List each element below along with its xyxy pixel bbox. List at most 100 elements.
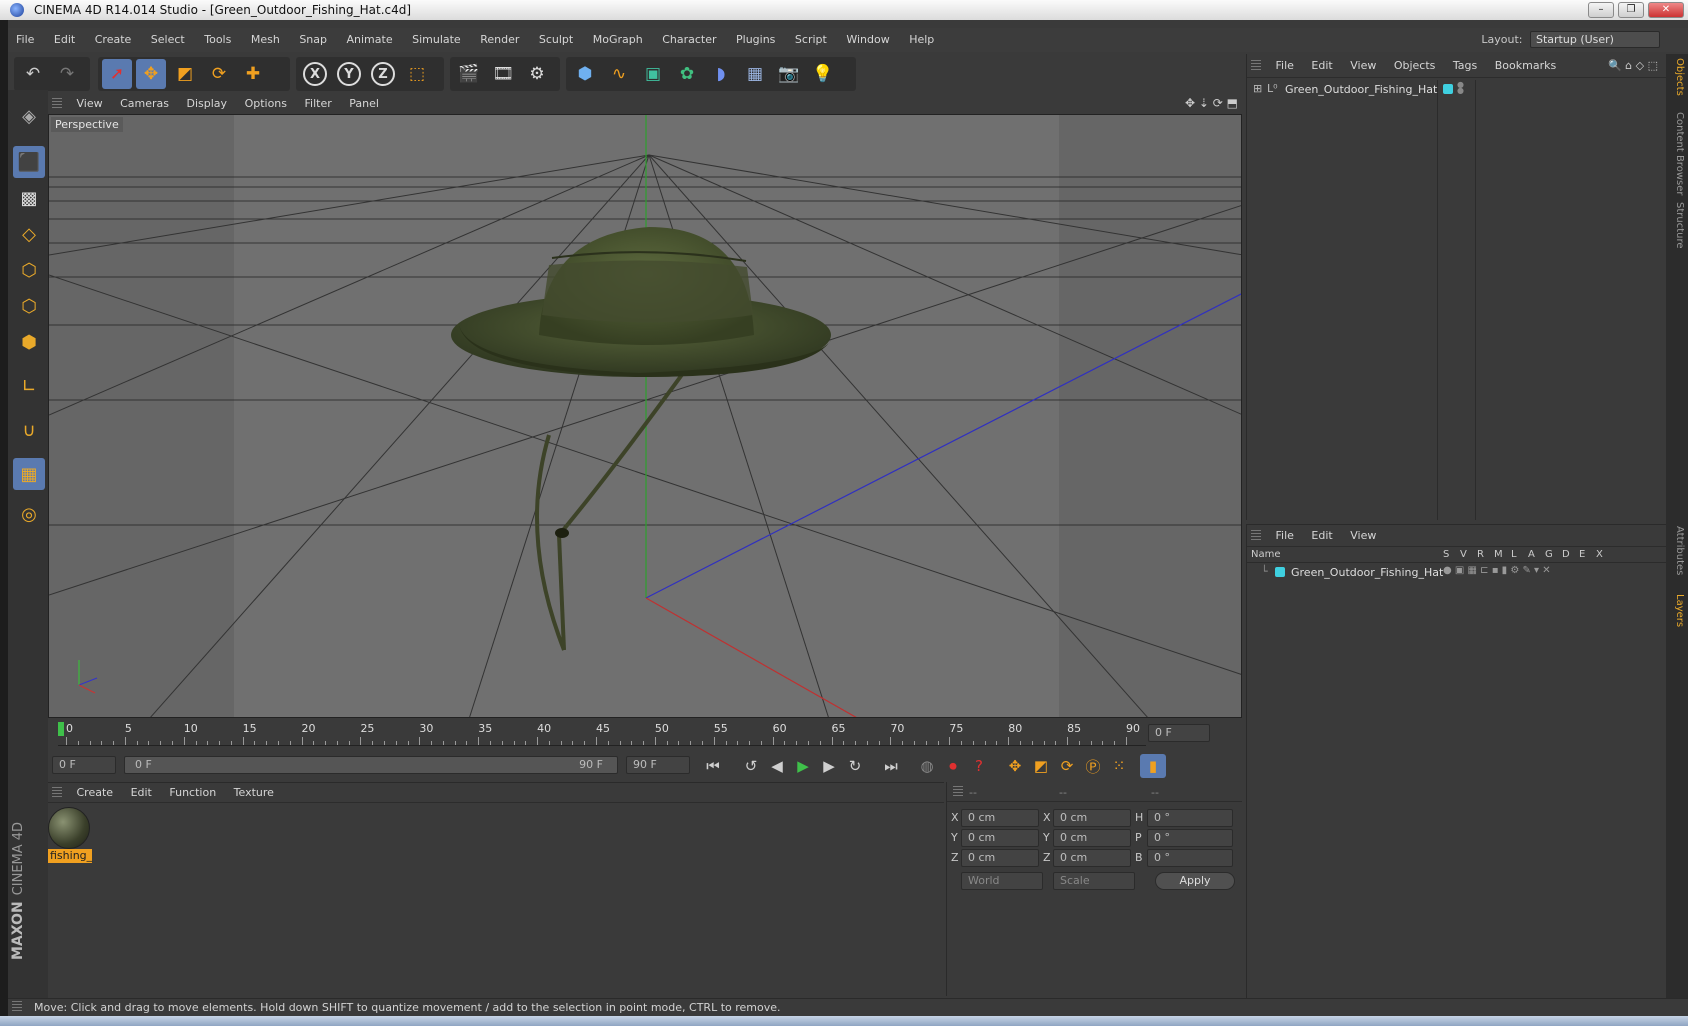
timeline-ruler[interactable]: 0 5 10 15 20 25 30 35 40 45 50 55 60 65 70 75 80 85 90 0 F (48, 720, 1242, 750)
workplane-lock-icon[interactable]: ▦ (13, 458, 45, 490)
menu-help[interactable]: Help (901, 28, 942, 52)
menu-character[interactable]: Character (654, 28, 724, 52)
current-frame-field[interactable]: 0 F (1148, 724, 1210, 742)
playhead-marker[interactable] (58, 722, 64, 736)
autokey-icon[interactable]: ⏺ (940, 754, 966, 778)
menu-window[interactable]: Window (838, 28, 897, 52)
panel-grip[interactable] (1251, 530, 1261, 542)
rot-b-field[interactable]: 0 ° (1147, 849, 1233, 867)
layer-flag-icons[interactable]: ● ▣ ▦ ⊏ ▪ ▮ ⚙ ✎ ▾ ✕ (1443, 565, 1551, 576)
key-position-icon[interactable]: ✥ (1002, 754, 1028, 778)
previous-frame-icon[interactable]: ◀ (764, 754, 790, 778)
next-frame-icon[interactable]: ▶ (816, 754, 842, 778)
viewport-menu-display[interactable]: Display (180, 94, 235, 114)
viewport-nav-icons[interactable]: ✥ ⇣ ⟳ ⬒ (1185, 96, 1238, 110)
layer-menu-edit[interactable]: Edit (1304, 526, 1339, 546)
subdivision-surface-icon[interactable]: ▣ (638, 59, 668, 89)
timeline-window-icon[interactable]: ▮ (1140, 754, 1166, 778)
menu-script[interactable]: Script (787, 28, 835, 52)
z-axis-lock-icon[interactable]: Z (368, 59, 398, 89)
material-menu-edit[interactable]: Edit (124, 783, 159, 803)
size-y-field[interactable]: 0 cm (1053, 829, 1131, 847)
go-to-end-icon[interactable]: ⏭ (878, 754, 904, 778)
render-picture-viewer-icon[interactable]: 🎞 (488, 59, 518, 89)
viewport-menu-cameras[interactable]: Cameras (113, 94, 176, 114)
apply-button[interactable]: Apply (1155, 872, 1235, 890)
render-view-icon[interactable]: 🎬 (454, 59, 484, 89)
move-tool-icon[interactable]: ✥ (136, 59, 166, 89)
tab-objects[interactable]: Objects (1669, 58, 1685, 96)
layout-dropdown[interactable]: Startup (User) (1530, 31, 1660, 48)
object-row[interactable]: ⊞ L⁰ Green_Outdoor_Fishing_Hat ● ● (1247, 80, 1667, 98)
edges-mode-icon[interactable]: ⬡ (13, 290, 45, 322)
soft-selection-icon[interactable]: ◎ (13, 498, 45, 530)
record-keys-icon[interactable]: ◍ (914, 754, 940, 778)
panel-grip[interactable] (12, 1001, 22, 1013)
layer-row[interactable]: └ Green_Outdoor_Fishing_Hat ● ▣ ▦ ⊏ ▪ ▮ … (1247, 563, 1666, 581)
scale-tool-icon[interactable]: ◩ (170, 59, 200, 89)
pos-x-field[interactable]: 0 cm (961, 809, 1039, 827)
menu-snap[interactable]: Snap (291, 28, 335, 52)
tab-layers[interactable]: Layers (1669, 594, 1685, 627)
size-x-field[interactable]: 0 cm (1053, 809, 1131, 827)
cube-icon[interactable]: ⬢ (570, 59, 600, 89)
coordinate-system-icon[interactable]: ⬚ (402, 59, 432, 89)
layer-color-tag-icon[interactable] (1443, 84, 1453, 94)
next-key-icon[interactable]: ↻ (842, 754, 868, 778)
y-axis-lock-icon[interactable]: Y (334, 59, 364, 89)
expand-icon[interactable]: ⊞ (1253, 82, 1262, 95)
undo-icon[interactable]: ↶ (18, 59, 48, 89)
tab-structure[interactable]: Structure (1669, 202, 1685, 249)
close-button[interactable]: ✕ (1648, 2, 1684, 18)
viewport-menu-filter[interactable]: Filter (298, 94, 339, 114)
menu-tools[interactable]: Tools (196, 28, 239, 52)
start-frame-field[interactable]: 0 F (52, 756, 116, 774)
material-swatch[interactable]: fishing_ (48, 807, 92, 869)
restore-button[interactable]: ❐ (1618, 2, 1644, 18)
minimize-button[interactable]: – (1588, 2, 1614, 18)
scale-dropdown[interactable]: Scale (1053, 872, 1135, 890)
object-nav-icons[interactable]: 🔍 ⌂ ◇ ⬚ (1608, 54, 1658, 78)
menu-mograph[interactable]: MoGraph (585, 28, 651, 52)
size-z-field[interactable]: 0 cm (1053, 849, 1131, 867)
make-editable-icon[interactable]: ◈ (13, 100, 45, 132)
cloner-icon[interactable]: ✿ (672, 59, 702, 89)
panel-grip[interactable] (52, 98, 62, 110)
play-icon[interactable]: ▶ (790, 754, 816, 778)
3d-viewport[interactable]: Perspective (48, 114, 1242, 718)
object-menu-file[interactable]: File (1269, 56, 1301, 76)
object-menu-view[interactable]: View (1343, 56, 1383, 76)
polygons-mode-icon[interactable]: ⬢ (13, 326, 45, 358)
layer-menu-view[interactable]: View (1343, 526, 1383, 546)
snap-magnet-icon[interactable]: ∪ (13, 414, 45, 446)
workplane-mode-icon[interactable]: ◇ (13, 218, 45, 250)
key-rotation-icon[interactable]: ⟳ (1054, 754, 1080, 778)
x-axis-lock-icon[interactable]: X (300, 59, 330, 89)
deformer-icon[interactable]: ◗ (706, 59, 736, 89)
floor-icon[interactable]: ▦ (740, 59, 770, 89)
panel-grip[interactable] (1251, 60, 1261, 72)
rot-h-field[interactable]: 0 ° (1147, 809, 1233, 827)
key-parameter-icon[interactable]: Ⓟ (1080, 754, 1106, 778)
menu-sculpt[interactable]: Sculpt (531, 28, 581, 52)
panel-grip[interactable] (52, 787, 62, 799)
viewport-menu-panel[interactable]: Panel (342, 94, 386, 114)
camera-icon[interactable]: 📷 (774, 59, 804, 89)
light-icon[interactable]: 💡 (808, 59, 838, 89)
points-mode-icon[interactable]: ⬡ (13, 254, 45, 286)
material-menu-texture[interactable]: Texture (227, 783, 281, 803)
end-frame-field[interactable]: 90 F (626, 756, 690, 774)
pos-z-field[interactable]: 0 cm (961, 849, 1039, 867)
timeline-track[interactable]: 0 5 10 15 20 25 30 35 40 45 50 55 60 65 70 75 80 85 90 (58, 722, 1146, 746)
menu-plugins[interactable]: Plugins (728, 28, 783, 52)
tab-attributes[interactable]: Attributes (1669, 526, 1685, 575)
viewport-menu-view[interactable]: View (70, 94, 110, 114)
rotate-tool-icon[interactable]: ⟳ (204, 59, 234, 89)
menu-edit[interactable]: Edit (46, 28, 83, 52)
menu-animate[interactable]: Animate (339, 28, 401, 52)
key-pla-icon[interactable]: ⁙ (1106, 754, 1132, 778)
render-settings-icon[interactable]: ⚙ (522, 59, 552, 89)
menu-simulate[interactable]: Simulate (404, 28, 469, 52)
add-tool-icon[interactable]: ✚ (238, 59, 268, 89)
redo-icon[interactable]: ↷ (52, 59, 82, 89)
